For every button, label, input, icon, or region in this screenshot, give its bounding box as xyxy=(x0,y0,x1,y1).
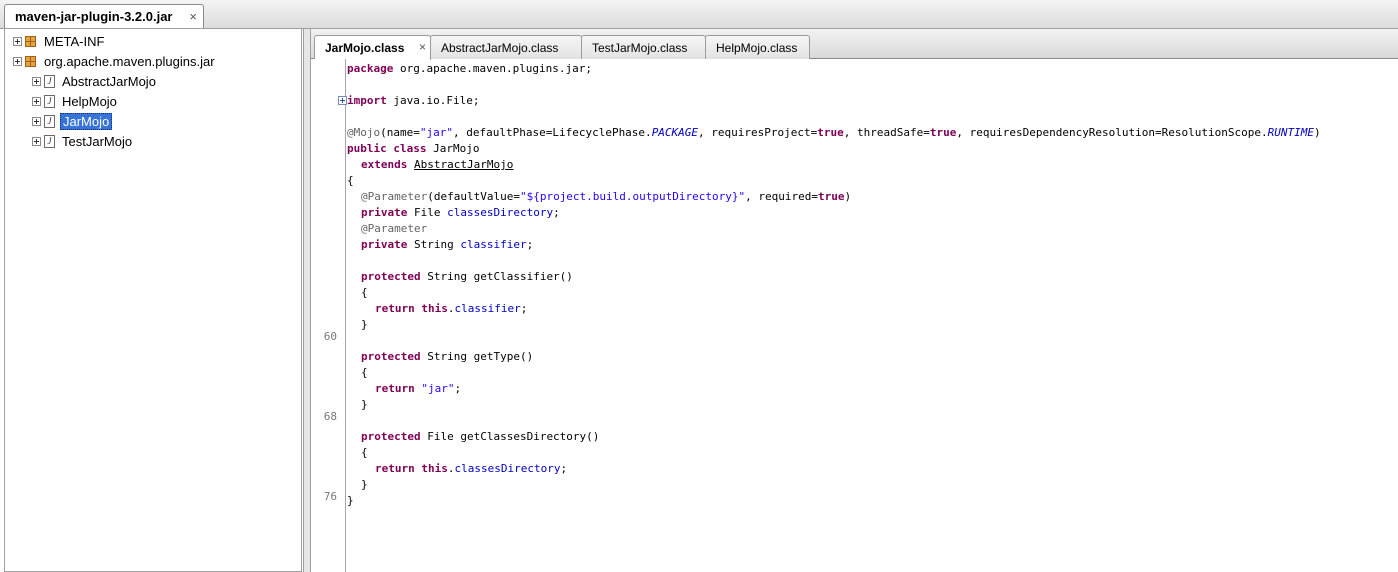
expand-icon[interactable] xyxy=(32,116,41,126)
code-line: extends AbstractJarMojo xyxy=(361,158,514,171)
tree-item-label: AbstractJarMojo xyxy=(62,73,156,89)
package-icon xyxy=(25,35,36,47)
editor-tab-bar: JarMojo.class × AbstractJarMojo.class Te… xyxy=(311,29,1398,60)
class-file-icon: J xyxy=(44,94,55,108)
tab-label: JarMojo.class xyxy=(325,41,405,55)
code-area[interactable]: package org.apache.maven.plugins.jar; im… xyxy=(346,59,1398,572)
code-line: return this.classesDirectory; xyxy=(375,462,568,475)
tree-item-label: JarMojo xyxy=(60,112,113,130)
code-line: private File classesDirectory; xyxy=(361,206,560,219)
code-line: } xyxy=(361,318,368,331)
code-line: @Parameter(defaultValue="${project.build… xyxy=(361,190,852,203)
code-line: import java.io.File; xyxy=(347,94,480,107)
expand-icon[interactable] xyxy=(32,136,41,146)
tab-label: HelpMojo.class xyxy=(716,40,798,55)
class-file-icon: J xyxy=(44,114,55,128)
file-tab-label: maven-jar-plugin-3.2.0.jar xyxy=(15,9,173,24)
package-tree: META-INF org.apache.maven.plugins.jar J … xyxy=(4,29,302,572)
tree-item-helpmojo[interactable]: J HelpMojo xyxy=(32,91,119,111)
expand-icon[interactable] xyxy=(32,96,41,106)
tab-abstractjarmojo[interactable]: AbstractJarMojo.class xyxy=(430,35,582,59)
code-line: private String classifier; xyxy=(361,238,534,251)
expand-icon[interactable] xyxy=(13,56,22,66)
tree-item-testjarmojo[interactable]: J TestJarMojo xyxy=(32,131,134,151)
tree-item-meta-inf[interactable]: META-INF xyxy=(13,31,106,51)
close-icon[interactable]: × xyxy=(189,9,197,24)
tree-item-jarmojo[interactable]: J JarMojo xyxy=(32,111,113,131)
tree-item-label: HelpMojo xyxy=(62,93,117,109)
tab-helpmojo[interactable]: HelpMojo.class xyxy=(705,35,810,59)
code-line: public class JarMojo xyxy=(347,142,480,155)
type-link[interactable]: AbstractJarMojo xyxy=(414,158,513,171)
package-icon xyxy=(25,55,36,67)
code-line: return this.classifier; xyxy=(375,302,528,315)
expand-icon[interactable] xyxy=(13,36,22,46)
code-editor: JarMojo.class × AbstractJarMojo.class Te… xyxy=(311,29,1398,572)
line-number-gutter: 60 68 76 xyxy=(311,59,347,572)
pane-splitter[interactable] xyxy=(303,29,311,572)
line-number: 76 xyxy=(323,490,337,503)
code-line: } xyxy=(361,478,368,491)
code-line: return "jar"; xyxy=(375,382,462,395)
tab-testjarmojo[interactable]: TestJarMojo.class xyxy=(581,35,706,59)
line-number: 68 xyxy=(323,410,337,423)
code-line: protected File getClassesDirectory() xyxy=(361,430,600,443)
code-line: @Parameter xyxy=(361,222,428,235)
code-line: } xyxy=(361,398,368,411)
code-line: package org.apache.maven.plugins.jar; xyxy=(347,62,593,75)
code-line: @Mojo(name="jar", defaultPhase=Lifecycle… xyxy=(347,126,1321,139)
tree-item-package[interactable]: org.apache.maven.plugins.jar xyxy=(13,51,217,71)
tree-item-label: org.apache.maven.plugins.jar xyxy=(44,53,215,69)
close-icon[interactable]: × xyxy=(419,40,426,54)
tree-item-abstractjarmojo[interactable]: J AbstractJarMojo xyxy=(32,71,158,91)
line-number: 60 xyxy=(323,330,337,343)
tab-jarmojo[interactable]: JarMojo.class × xyxy=(314,35,431,60)
tree-item-label: META-INF xyxy=(44,33,105,49)
code-line: { xyxy=(361,446,368,459)
file-tab-bar: maven-jar-plugin-3.2.0.jar × xyxy=(0,0,1398,29)
code-line: } xyxy=(347,494,354,507)
code-line: protected String getClassifier() xyxy=(361,270,573,283)
tab-label: TestJarMojo.class xyxy=(592,40,688,55)
code-line: { xyxy=(361,366,368,379)
file-tab-jar[interactable]: maven-jar-plugin-3.2.0.jar × xyxy=(4,4,204,28)
code-line: { xyxy=(361,286,368,299)
code-line: { xyxy=(347,174,354,187)
class-file-icon: J xyxy=(44,74,55,88)
tree-item-label: TestJarMojo xyxy=(62,133,133,149)
class-file-icon: J xyxy=(44,134,55,148)
code-line: protected String getType() xyxy=(361,350,534,363)
tab-label: AbstractJarMojo.class xyxy=(441,40,559,55)
expand-icon[interactable] xyxy=(32,76,41,86)
